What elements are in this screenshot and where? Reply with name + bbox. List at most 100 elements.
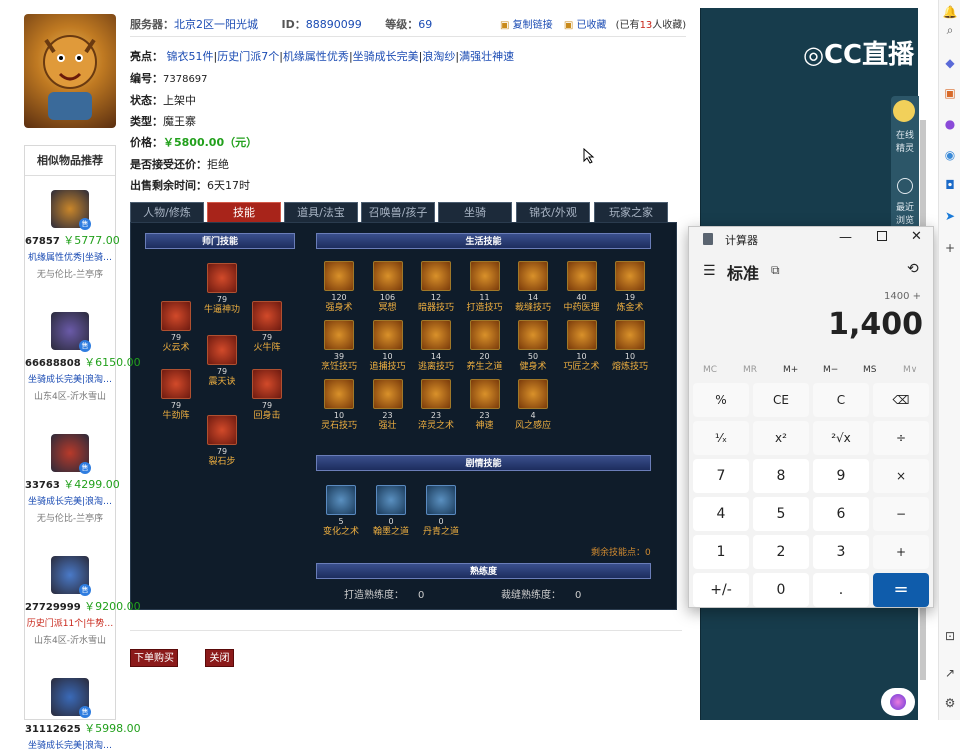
brain-assistant-button[interactable] bbox=[881, 688, 915, 716]
close-button[interactable]: 关闭 bbox=[205, 649, 234, 667]
skill-item[interactable]: 10 灵石技巧 bbox=[321, 379, 357, 432]
similar-item[interactable]: 售 66688808 ￥6150.00 坐骑成长完美|浪淘… 山东4区-沂水雪山 bbox=[25, 312, 141, 402]
similar-item-avatar[interactable]: 售 bbox=[51, 556, 91, 596]
highlight-link[interactable]: 浪淘纱 bbox=[422, 50, 455, 63]
diamond-icon[interactable]: ◆ bbox=[942, 55, 958, 71]
similar-item-avatar[interactable]: 售 bbox=[51, 190, 91, 230]
skill-item[interactable]: 106 冥想 bbox=[370, 261, 406, 314]
calc-key[interactable]: 2 bbox=[753, 535, 809, 569]
calc-key[interactable]: 5 bbox=[753, 497, 809, 531]
skill-item[interactable]: 79 火云术 bbox=[158, 301, 194, 354]
recent-browse-button[interactable]: 最近 浏览 bbox=[891, 200, 919, 226]
send-icon[interactable]: ➤ bbox=[942, 208, 958, 224]
calc-key[interactable]: 9 bbox=[813, 459, 869, 493]
skill-item[interactable]: 23 淬灵之术 bbox=[418, 379, 454, 432]
skill-item[interactable]: 120 强身术 bbox=[321, 261, 357, 314]
buy-button[interactable]: 下单购买 bbox=[130, 649, 178, 667]
highlight-link[interactable]: 坐骑成长完美 bbox=[353, 50, 419, 63]
screenshot-icon[interactable]: ⊡ bbox=[942, 628, 958, 644]
maximize-button[interactable] bbox=[877, 231, 887, 241]
skill-item[interactable]: 11 打造技巧 bbox=[466, 261, 503, 314]
skill-item[interactable]: 19 炼金术 bbox=[612, 261, 648, 314]
tab-summons[interactable]: 召唤兽/孩子 bbox=[361, 202, 435, 222]
skill-item[interactable]: 79 火牛阵 bbox=[249, 301, 285, 354]
tab-home[interactable]: 玩家之家 bbox=[594, 202, 668, 222]
skill-item[interactable]: 23 神速 bbox=[467, 379, 503, 432]
collected-button[interactable]: 已收藏 bbox=[576, 20, 606, 31]
skill-item[interactable]: 4 风之感应 bbox=[515, 379, 551, 432]
skill-item[interactable]: 79 牛逼神功 bbox=[204, 263, 240, 316]
skill-item[interactable]: 10 巧匠之术 bbox=[563, 320, 600, 373]
window-close-button[interactable]: ✕ bbox=[911, 229, 922, 244]
tab-mount[interactable]: 坐骑 bbox=[438, 202, 512, 222]
skill-item[interactable]: 50 健身术 bbox=[515, 320, 551, 373]
calc-key[interactable]: . bbox=[813, 573, 869, 607]
similar-item-desc[interactable]: 坐骑成长完美|浪淘… bbox=[26, 738, 114, 751]
skill-item[interactable]: 0 翰墨之道 bbox=[373, 485, 409, 538]
skill-item[interactable]: 12 暗器技巧 bbox=[418, 261, 454, 314]
calc-key[interactable]: % bbox=[693, 383, 749, 417]
calc-key[interactable]: ¹⁄ₓ bbox=[693, 421, 749, 455]
person-icon[interactable]: ● bbox=[942, 116, 958, 132]
similar-item-avatar[interactable]: 售 bbox=[51, 434, 91, 474]
bell-icon[interactable]: 🔔 bbox=[942, 4, 958, 20]
open-external-icon[interactable]: ↗ bbox=[942, 665, 958, 681]
calc-key[interactable]: − bbox=[873, 497, 929, 531]
toolbox-icon[interactable]: ▣ bbox=[942, 85, 958, 101]
calc-key[interactable]: 3 bbox=[813, 535, 869, 569]
skill-item[interactable]: 14 逃离技巧 bbox=[418, 320, 454, 373]
highlight-link[interactable]: 满强壮神速 bbox=[459, 50, 514, 63]
history-icon[interactable]: ⟲ bbox=[907, 261, 919, 277]
memory-button[interactable]: M+ bbox=[783, 365, 798, 375]
calc-key[interactable]: 1 bbox=[693, 535, 749, 569]
minimize-button[interactable]: — bbox=[839, 230, 852, 245]
hamburger-menu-icon[interactable]: ☰ bbox=[703, 263, 716, 279]
memory-button[interactable]: MR bbox=[743, 365, 757, 375]
similar-item-desc[interactable]: 机缘属性优秀|坐骑… bbox=[26, 250, 114, 263]
calc-key[interactable]: + bbox=[873, 535, 929, 569]
similar-item-avatar[interactable]: 售 bbox=[51, 678, 91, 718]
similar-item-desc[interactable]: 坐骑成长完美|浪淘… bbox=[26, 372, 114, 385]
settings-icon[interactable]: ⚙ bbox=[942, 695, 958, 711]
tab-items[interactable]: 道具/法宝 bbox=[284, 202, 358, 222]
calc-key[interactable]: ÷ bbox=[873, 421, 929, 455]
circle-icon[interactable]: ◉ bbox=[942, 147, 958, 163]
similar-item[interactable]: 售 27729999 ￥9200.00 历史门派11个|牛势… 山东4区-沂水雪山 bbox=[25, 556, 141, 646]
highlight-link[interactable]: 锦衣51件 bbox=[167, 50, 214, 63]
similar-item-avatar[interactable]: 售 bbox=[51, 312, 91, 352]
similar-item[interactable]: 售 33763 ￥4299.00 坐骑成长完美|浪淘… 无与伦比-兰亭序 bbox=[25, 434, 120, 524]
calc-key[interactable]: CE bbox=[753, 383, 809, 417]
spirit-avatar-icon[interactable] bbox=[893, 100, 915, 122]
calc-key[interactable]: 8 bbox=[753, 459, 809, 493]
server-link[interactable]: 北京2区一阳光城 bbox=[174, 18, 258, 31]
copy-link-button[interactable]: 复制链接 bbox=[513, 20, 553, 31]
skill-item[interactable]: 79 震天诀 bbox=[204, 335, 240, 388]
skill-item[interactable]: 79 牛劲阵 bbox=[158, 369, 194, 422]
skill-item[interactable]: 14 裁缝技巧 bbox=[515, 261, 551, 314]
calc-key[interactable]: × bbox=[873, 459, 929, 493]
add-icon[interactable]: + bbox=[942, 240, 958, 256]
skill-item[interactable]: 20 养生之道 bbox=[466, 320, 503, 373]
calc-key[interactable]: ⌫ bbox=[873, 383, 929, 417]
calc-key[interactable]: = bbox=[873, 573, 929, 607]
skill-item[interactable]: 40 中药医理 bbox=[563, 261, 600, 314]
outlook-icon[interactable]: ◘ bbox=[942, 177, 958, 193]
highlight-link[interactable]: 历史门派7个 bbox=[217, 50, 279, 63]
calc-key[interactable]: ²√x bbox=[813, 421, 869, 455]
memory-button[interactable]: MC bbox=[703, 365, 717, 375]
similar-item-desc[interactable]: 坐骑成长完美|浪淘… bbox=[26, 494, 114, 507]
calc-key[interactable]: +/- bbox=[693, 573, 749, 607]
skill-item[interactable]: 10 追捕技巧 bbox=[369, 320, 406, 373]
online-spirit-button[interactable]: 在线 精灵 bbox=[891, 128, 919, 154]
tab-appearance[interactable]: 锦衣/外观 bbox=[516, 202, 590, 222]
similar-item[interactable]: 售 31112625 ￥5998.00 坐骑成长完美|浪淘… bbox=[25, 678, 141, 755]
similar-item[interactable]: 售 67857 ￥5777.00 机缘属性优秀|坐骑… 无与伦比-兰亭序 bbox=[25, 190, 120, 280]
memory-button[interactable]: MS bbox=[863, 365, 876, 375]
calc-key[interactable]: 4 bbox=[693, 497, 749, 531]
calc-key[interactable]: 7 bbox=[693, 459, 749, 493]
search-icon[interactable]: ⌕ bbox=[942, 22, 958, 38]
skill-item[interactable]: 79 回身击 bbox=[249, 369, 285, 422]
skill-item[interactable]: 0 丹青之道 bbox=[423, 485, 459, 538]
highlight-link[interactable]: 机缘属性优秀 bbox=[283, 50, 349, 63]
memory-button[interactable]: M− bbox=[823, 365, 838, 375]
